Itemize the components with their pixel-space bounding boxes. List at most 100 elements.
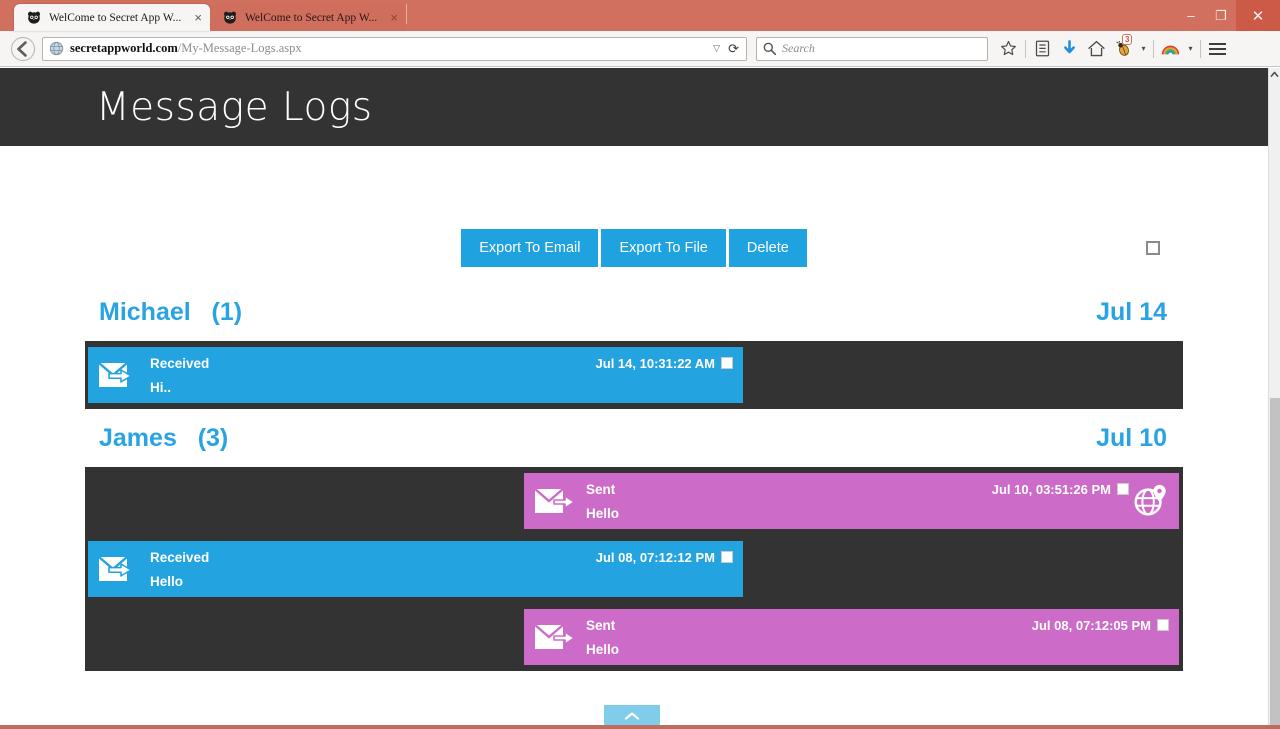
message-direction: Received — [150, 355, 210, 371]
message-direction: Received — [150, 549, 210, 565]
actions-toolbar: Export To Email Export To File Delete — [0, 213, 1268, 283]
tab-title: WelCome to Secret App W... — [49, 11, 182, 24]
url-domain: secretappworld.com — [70, 41, 178, 55]
scrollbar-up-arrow[interactable] — [1269, 68, 1280, 81]
message-text: Hello — [586, 505, 620, 521]
site-globe-icon — [49, 41, 64, 56]
message-timestamp: Jul 14, 10:31:22 AM — [595, 355, 715, 371]
message-meta-right: Jul 10, 03:51:26 PM — [992, 482, 1129, 497]
message-row: Received Jul 14, 10:31:22 AM Hi.. — [85, 341, 1183, 409]
addon-bug-icon[interactable]: 3 — [1110, 33, 1137, 63]
browser-navbar: secretappworld.com/My-Message-Logs.aspx … — [0, 31, 1280, 67]
page-header: Message Logs — [0, 68, 1268, 146]
message-bubble-received[interactable]: Received Jul 14, 10:31:22 AM Hi.. — [88, 347, 743, 403]
message-row: Sent Jul 10, 03:51:26 PM Hello — [85, 467, 1183, 535]
conversation-name: James (3) — [99, 424, 228, 453]
tab-close-icon[interactable]: × — [390, 11, 398, 24]
search-placeholder: Search — [782, 41, 815, 55]
message-direction: Sent — [586, 617, 616, 633]
page-scrollbar[interactable] — [1268, 68, 1280, 729]
message-body: Sent Jul 10, 03:51:26 PM Hello — [586, 479, 1129, 523]
message-checkbox[interactable] — [1117, 483, 1129, 495]
message-text: Hi.. — [150, 379, 172, 395]
toolbar-divider — [1025, 39, 1026, 58]
list-glyph — [1035, 40, 1050, 57]
contact-name: Michael — [99, 297, 191, 326]
conversation-header-james[interactable]: James (3) Jul 10 — [85, 409, 1183, 467]
tab-title: WelCome to Secret App W... — [245, 11, 378, 24]
message-meta: Sent Jul 08, 07:12:05 PM — [586, 618, 1169, 633]
message-meta-right: Jul 14, 10:31:22 AM — [596, 356, 733, 371]
conversation-date: Jul 14 — [1096, 297, 1167, 326]
message-bubble-sent[interactable]: Sent Jul 10, 03:51:26 PM Hello — [524, 473, 1179, 529]
rainbow-dropdown-caret[interactable]: ▾ — [1184, 44, 1197, 53]
message-checkbox[interactable] — [1157, 619, 1169, 631]
restore-button[interactable]: ❐ — [1206, 3, 1236, 29]
minimize-button[interactable]: – — [1176, 3, 1206, 29]
owl-icon — [224, 11, 236, 24]
delete-button[interactable]: Delete — [728, 229, 807, 267]
message-checkbox[interactable] — [721, 551, 733, 563]
page-viewport: Message Logs Export To Email Export To F… — [0, 68, 1268, 729]
menu-hamburger-icon[interactable] — [1204, 35, 1231, 63]
message-thread-james: Sent Jul 10, 03:51:26 PM Hello Received … — [85, 467, 1183, 671]
envelope-incoming-icon — [98, 556, 132, 581]
message-meta: Received Jul 14, 10:31:22 AM — [150, 356, 733, 371]
addon-badge-count: 3 — [1122, 33, 1133, 45]
message-meta-right: Jul 08, 07:12:12 PM — [596, 550, 733, 565]
conversation-header-michael[interactable]: Michael (1) Jul 14 — [85, 283, 1183, 341]
message-timestamp: Jul 10, 03:51:26 PM — [991, 481, 1111, 497]
envelope-incoming-icon — [98, 362, 132, 387]
message-body: Received Jul 08, 07:12:12 PM Hello — [150, 547, 733, 591]
message-bubble-received[interactable]: Received Jul 08, 07:12:12 PM Hello — [88, 541, 743, 597]
location-globe-icon[interactable] — [1131, 482, 1169, 520]
reload-icon[interactable]: ⟳ — [725, 41, 742, 57]
rainbow-icon[interactable] — [1157, 35, 1184, 63]
envelope-outgoing-icon — [534, 624, 575, 649]
browser-toolbar-icons: 3 ▾ ▾ — [995, 33, 1231, 63]
back-button[interactable] — [8, 34, 38, 64]
window-bottom-border — [0, 725, 1280, 729]
select-all-checkbox[interactable] — [1146, 241, 1160, 255]
message-count: (1) — [211, 297, 243, 326]
browser-tab-1[interactable]: WelCome to Secret App W... × — [14, 4, 210, 31]
url-bar[interactable]: secretappworld.com/My-Message-Logs.aspx … — [42, 36, 747, 61]
url-dropdown-icon[interactable]: ▽ — [708, 43, 725, 54]
home-icon[interactable] — [1083, 35, 1110, 63]
scrollbar-thumb[interactable] — [1270, 398, 1280, 728]
browser-titlebar: WelCome to Secret App W... × WelCome to … — [0, 0, 1280, 31]
export-to-email-button[interactable]: Export To Email — [461, 229, 599, 267]
addon-dropdown-caret[interactable]: ▾ — [1137, 44, 1150, 53]
reader-list-icon[interactable] — [1029, 35, 1056, 63]
contact-name: James — [99, 423, 177, 452]
conversation-list: Michael (1) Jul 14 Received Jul 14, 10:3… — [0, 283, 1268, 671]
conversation-name: Michael (1) — [99, 298, 242, 327]
window-controls: – ❐ ✕ — [1176, 0, 1280, 31]
export-to-file-button[interactable]: Export To File — [601, 229, 726, 267]
browser-tab-2[interactable]: WelCome to Secret App W... × — [210, 4, 406, 31]
tab-close-icon[interactable]: × — [194, 11, 202, 24]
action-button-group: Export To Email Export To File Delete — [461, 229, 807, 267]
message-row: Sent Jul 08, 07:12:05 PM Hello — [85, 603, 1183, 671]
chevron-up-icon — [624, 712, 640, 720]
scroll-to-top-button[interactable] — [604, 705, 660, 727]
rainbow-glyph — [1161, 45, 1180, 55]
message-checkbox[interactable] — [721, 357, 733, 369]
message-meta-right: Jul 08, 07:12:05 PM — [1032, 618, 1169, 633]
star-glyph — [1001, 40, 1016, 56]
message-bubble-sent[interactable]: Sent Jul 08, 07:12:05 PM Hello — [524, 609, 1179, 665]
message-timestamp: Jul 08, 07:12:12 PM — [595, 549, 715, 565]
page-title: Message Logs — [96, 84, 373, 130]
conversation-date: Jul 10 — [1096, 423, 1167, 452]
message-meta: Received Jul 08, 07:12:12 PM — [150, 550, 733, 565]
toolbar-divider — [1153, 39, 1154, 58]
home-glyph — [1088, 40, 1105, 57]
download-glyph — [1064, 40, 1075, 54]
owl-icon — [28, 11, 40, 24]
message-text: Hello — [586, 641, 620, 657]
search-box[interactable]: Search — [756, 36, 988, 61]
bookmark-star-icon[interactable] — [995, 35, 1022, 63]
toolbar-divider — [1200, 39, 1201, 58]
close-window-button[interactable]: ✕ — [1236, 0, 1280, 31]
download-arrow-icon[interactable] — [1056, 35, 1083, 63]
